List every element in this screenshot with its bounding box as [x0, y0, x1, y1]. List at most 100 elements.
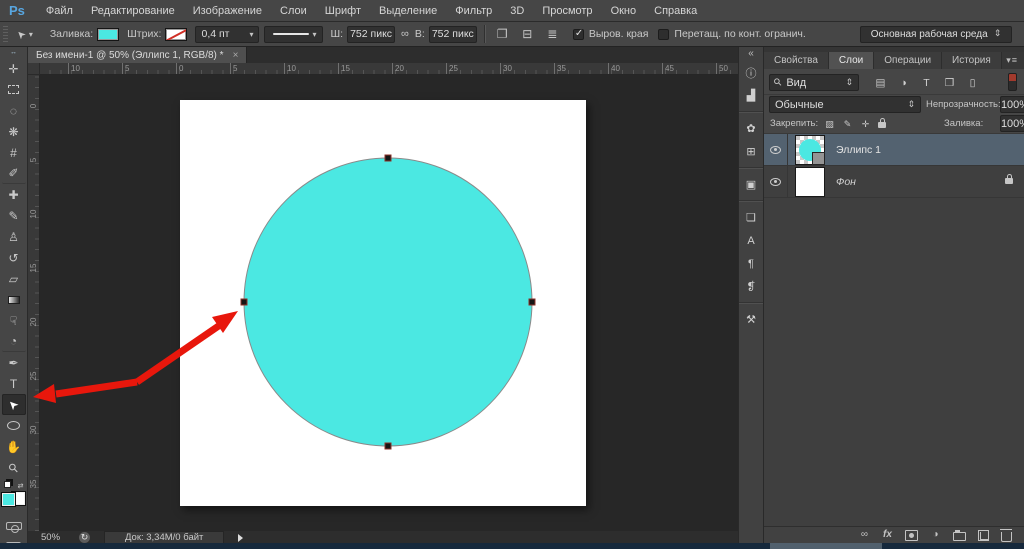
- shape-height-field[interactable]: 752 пикс: [429, 26, 477, 43]
- layer-row-ellipse-1[interactable]: Эллипс 1: [764, 134, 1024, 166]
- dodge-tool[interactable]: ◔: [2, 331, 26, 352]
- delete-layer-icon[interactable]: [1001, 532, 1012, 542]
- quick-selection-tool[interactable]: ❋: [2, 121, 26, 142]
- menu-item[interactable]: Справка: [645, 5, 706, 17]
- panel-menu-icon[interactable]: [1006, 53, 1024, 66]
- lock-image-pixels-icon[interactable]: ✎: [842, 119, 853, 130]
- menu-item[interactable]: Выделение: [370, 5, 446, 17]
- horizontal-ruler[interactable]: 10505101520253035404550: [28, 63, 738, 75]
- paragraph-styles-panel-icon[interactable]: ❡: [740, 277, 762, 296]
- anchor-point-left[interactable]: [241, 299, 247, 305]
- swatches-panel-icon[interactable]: ⊞: [740, 142, 762, 161]
- filter-type-layers-icon[interactable]: T: [920, 77, 933, 89]
- history-brush-tool[interactable]: ↺: [2, 247, 26, 268]
- tab-actions[interactable]: Операции: [874, 52, 942, 69]
- filter-toggle-switch[interactable]: [1008, 73, 1017, 91]
- cyan-ellipse[interactable]: [244, 158, 532, 446]
- type-tool[interactable]: T: [2, 373, 26, 394]
- tool-presets-panel-icon[interactable]: ⚒: [740, 310, 762, 329]
- shape-width-field[interactable]: 752 пикс: [347, 26, 395, 43]
- info-panel-icon[interactable]: ⓘ: [740, 63, 762, 82]
- menu-item[interactable]: Файл: [37, 5, 82, 17]
- character-panel-icon[interactable]: A: [740, 231, 762, 250]
- link-layers-icon[interactable]: ∞: [859, 529, 870, 541]
- tab-history[interactable]: История: [942, 52, 1002, 69]
- ellipse-shape[interactable]: [180, 100, 586, 506]
- new-group-icon[interactable]: [953, 532, 966, 541]
- menu-item[interactable]: Окно: [602, 5, 646, 17]
- opacity-field[interactable]: 100%: [1000, 96, 1024, 113]
- ruler-corner[interactable]: [28, 63, 40, 75]
- vertical-ruler[interactable]: 0510152025303540: [28, 75, 40, 531]
- refresh-icon[interactable]: [79, 532, 90, 543]
- filter-smart-objects-icon[interactable]: ▯: [966, 77, 979, 89]
- gradient-tool[interactable]: [2, 289, 26, 310]
- crop-tool[interactable]: #: [2, 142, 26, 163]
- layer-visibility-toggle[interactable]: [764, 166, 788, 197]
- zoom-tool[interactable]: ⚲: [2, 457, 26, 478]
- anchor-point-bottom[interactable]: [385, 443, 391, 449]
- eraser-tool[interactable]: ▱: [2, 268, 26, 289]
- link-dimensions-icon[interactable]: [401, 29, 409, 40]
- path-operations-button[interactable]: ❐: [492, 25, 513, 43]
- status-expand-icon[interactable]: [238, 534, 243, 542]
- close-icon[interactable]: ×: [233, 50, 239, 61]
- layer-comps-panel-icon[interactable]: ❏: [740, 208, 762, 227]
- filter-pixel-layers-icon[interactable]: ▤: [874, 77, 887, 89]
- toolbar-collapse-icon[interactable]: [10, 47, 17, 58]
- path-selection-tool[interactable]: ➤: [2, 394, 26, 415]
- rectangular-marquee-tool[interactable]: [2, 79, 26, 100]
- menu-item[interactable]: Изображение: [184, 5, 271, 17]
- new-layer-icon[interactable]: [978, 530, 989, 541]
- menu-item[interactable]: 3D: [501, 5, 533, 17]
- menu-item[interactable]: Фильтр: [446, 5, 501, 17]
- lasso-tool[interactable]: ◌: [2, 100, 26, 121]
- layer-style-icon[interactable]: fx: [882, 529, 893, 541]
- fill-opacity-field[interactable]: 100%: [1000, 115, 1024, 132]
- eyedropper-tool[interactable]: ✐: [2, 163, 26, 184]
- expand-dock-icon[interactable]: [748, 49, 754, 59]
- menu-item[interactable]: Просмотр: [533, 5, 601, 17]
- layer-visibility-toggle[interactable]: [764, 134, 788, 165]
- move-tool[interactable]: ✛: [2, 58, 26, 79]
- tab-properties[interactable]: Свойства: [764, 52, 829, 69]
- swap-colors-icon[interactable]: [18, 482, 24, 490]
- document-tab[interactable]: Без имени-1 @ 50% (Эллипс 1, RGB/8) * ×: [28, 47, 247, 63]
- ellipse-tool[interactable]: [2, 415, 26, 436]
- default-colors-icon[interactable]: [4, 481, 11, 488]
- blend-mode-select[interactable]: Обычные: [769, 96, 921, 113]
- path-alignment-button[interactable]: ⊟: [517, 25, 538, 43]
- lock-transparent-pixels-icon[interactable]: ▨: [824, 119, 835, 130]
- spot-healing-brush-tool[interactable]: ✚: [2, 184, 26, 205]
- lock-position-icon[interactable]: ✛: [860, 119, 871, 130]
- histogram-panel-icon[interactable]: ▟: [740, 86, 762, 105]
- stroke-width-field[interactable]: 0,4 пт: [195, 26, 259, 43]
- path-arrangement-button[interactable]: ≣: [542, 25, 563, 43]
- lock-all-icon[interactable]: [878, 122, 886, 128]
- filter-kind-select[interactable]: Вид: [769, 74, 859, 91]
- menu-item[interactable]: Редактирование: [82, 5, 184, 17]
- pen-tool[interactable]: ✒: [2, 352, 26, 373]
- constrain-path-checkbox[interactable]: [658, 29, 669, 40]
- menu-item[interactable]: Слои: [271, 5, 316, 17]
- current-tool-preview[interactable]: ➤: [17, 28, 33, 40]
- layer-thumbnail[interactable]: [795, 135, 825, 165]
- default-and-swap-colors[interactable]: [3, 482, 25, 488]
- stroke-type-select[interactable]: [264, 26, 322, 43]
- quick-mask-button[interactable]: [6, 522, 22, 530]
- align-edges-checkbox[interactable]: [573, 29, 584, 40]
- zoom-level-field[interactable]: 50%: [41, 532, 79, 543]
- fill-color-swatch[interactable]: [97, 28, 119, 41]
- document-canvas[interactable]: [180, 100, 586, 506]
- filter-shape-layers-icon[interactable]: ❒: [943, 77, 956, 89]
- workspace-selector[interactable]: Основная рабочая среда: [860, 26, 1012, 43]
- brush-tool[interactable]: ✎: [2, 205, 26, 226]
- clone-source-panel-icon[interactable]: ▣: [740, 175, 762, 194]
- smudge-tool[interactable]: ☟: [2, 310, 26, 331]
- layer-row-background[interactable]: Фон: [764, 166, 1024, 198]
- tab-layers[interactable]: Слои: [829, 52, 874, 69]
- hand-tool[interactable]: ✋: [2, 436, 26, 457]
- anchor-point-top[interactable]: [385, 155, 391, 161]
- add-adjustment-layer-icon[interactable]: ◑: [930, 529, 941, 541]
- color-panel-icon[interactable]: ✿: [740, 119, 762, 138]
